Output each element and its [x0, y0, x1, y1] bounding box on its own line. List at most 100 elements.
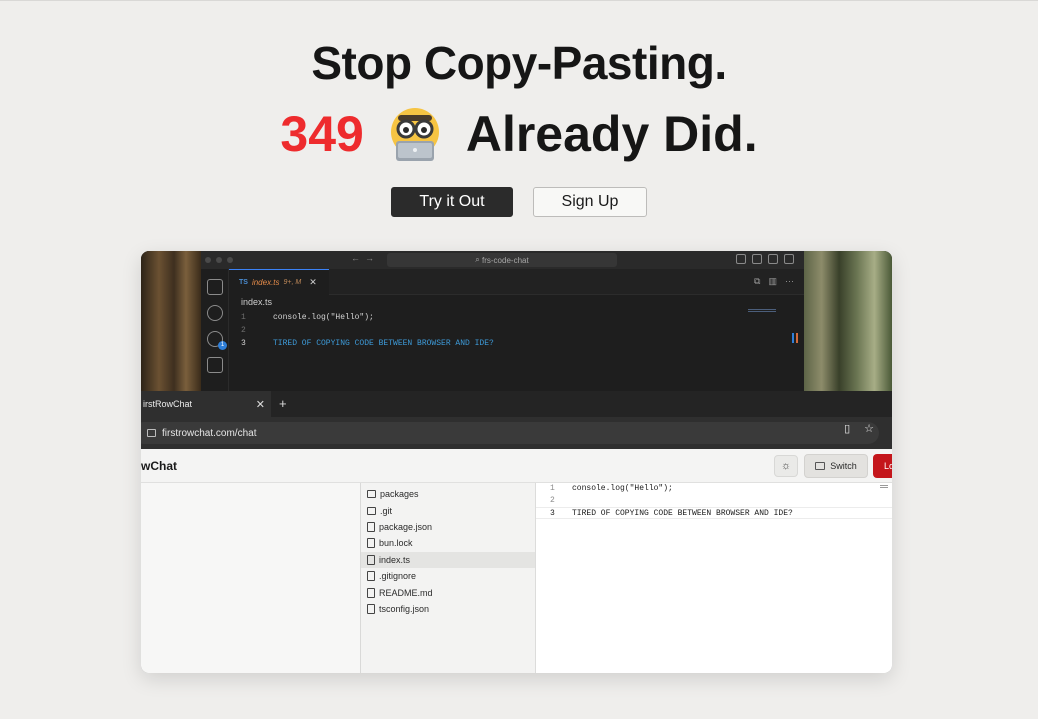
layout-icon: [736, 254, 746, 264]
breadcrumb-file: index.ts: [241, 297, 273, 307]
hero-headline: Stop Copy-Pasting.: [311, 37, 727, 89]
file-icon: [367, 538, 375, 549]
code-line: 1 console.log("Hello");: [550, 483, 793, 495]
vscode-code-area[interactable]: 1 console.log("Hello"); 2 3 TIRED OF COP…: [241, 311, 494, 350]
code-text: TIRED OF COPYING CODE BETWEEN BROWSER AN…: [572, 508, 793, 518]
more-icon[interactable]: ···: [785, 276, 794, 287]
desktop-wallpaper-right: [804, 251, 892, 391]
window-controls[interactable]: [205, 257, 233, 263]
user-count: 349: [280, 106, 364, 162]
vscode-titlebar: ← → ⌕ frs-code-chat: [201, 251, 804, 269]
browser-tab-strip: irstRowChat ✕ +: [141, 391, 892, 417]
list-item[interactable]: packages: [361, 486, 535, 502]
top-divider: [0, 0, 1038, 1]
app-brand: wChat: [141, 459, 177, 473]
folder-icon: [367, 506, 376, 515]
code-line: 1 console.log("Hello");: [241, 311, 494, 324]
chat-pane: [141, 483, 361, 673]
activity-bar: 1: [201, 269, 229, 391]
address-bar: firstrowchat.com/chat ▯ ☆: [141, 417, 892, 449]
file-icon: [367, 587, 375, 598]
file-icon: [367, 603, 375, 614]
code-text: console.log("Hello");: [273, 313, 374, 322]
run-debug-icon[interactable]: [207, 357, 223, 373]
close-icon[interactable]: ✕: [309, 277, 317, 288]
code-text: TIRED OF COPYING CODE BETWEEN BROWSER AN…: [273, 339, 494, 348]
minimap[interactable]: [748, 309, 788, 313]
line-number: 1: [241, 313, 246, 322]
editor-actions: ⧉ ▥ ···: [754, 276, 794, 287]
editor-code: 1 console.log("Hello"); 2 3 TIRED OF COP…: [550, 483, 793, 520]
code-line: 2: [241, 324, 494, 337]
list-item[interactable]: tsconfig.json: [361, 601, 535, 617]
switch-button[interactable]: Switch: [804, 454, 868, 478]
tab-modified-indicator: 9+, M: [283, 279, 302, 286]
web-code-editor[interactable]: 1 console.log("Hello"); 2 3 TIRED OF COP…: [536, 483, 892, 673]
list-item[interactable]: .git: [361, 502, 535, 518]
line-number: 3: [241, 339, 246, 348]
line-number: 2: [241, 326, 246, 335]
line-number: 2: [550, 496, 555, 506]
try-it-out-button[interactable]: Try it Out: [391, 187, 513, 217]
command-search[interactable]: ⌕ frs-code-chat: [387, 253, 617, 267]
split-icon: [784, 254, 794, 264]
list-item[interactable]: package.json: [361, 519, 535, 535]
tab-index-ts[interactable]: TS index.ts 9+, M ✕: [229, 269, 329, 295]
url-text: firstrowchat.com/chat: [162, 427, 257, 439]
site-settings-icon[interactable]: [147, 429, 156, 437]
document-icon[interactable]: ▯: [844, 422, 850, 435]
code-line: 3 TIRED OF COPYING CODE BETWEEN BROWSER …: [241, 337, 494, 350]
theme-toggle-button[interactable]: ☼: [774, 455, 798, 477]
app-header: wChat ☼ Switch Lo: [141, 449, 892, 483]
code-line: 2: [550, 495, 793, 507]
hero: Stop Copy-Pasting. 349 Already Did.: [0, 34, 1038, 166]
panel-toggle-icon: [768, 254, 778, 264]
browser-tab[interactable]: irstRowChat ✕: [141, 391, 271, 417]
logout-button[interactable]: Lo: [873, 454, 892, 478]
hero-subheadline: 349 Already Did.: [0, 102, 1038, 166]
folder-icon: [815, 462, 826, 470]
file-tree: packages .git package.json bun.lock inde…: [361, 483, 536, 673]
layout-controls[interactable]: [736, 254, 794, 264]
code-text: console.log("Hello");: [572, 484, 673, 493]
line-number: 1: [550, 484, 555, 493]
bookmark-star-icon[interactable]: ☆: [864, 422, 874, 435]
search-icon: ⌕: [475, 255, 482, 264]
list-item[interactable]: README.md: [361, 584, 535, 600]
editor-minimap[interactable]: [880, 485, 890, 489]
tab-label: index.ts: [251, 278, 280, 287]
sign-up-button[interactable]: Sign Up: [533, 187, 647, 217]
list-item[interactable]: index.ts: [361, 551, 535, 568]
source-control-icon[interactable]: 1: [207, 331, 227, 350]
url-field[interactable]: firstrowchat.com/chat: [141, 422, 879, 444]
nav-arrows-icon[interactable]: ← →: [351, 253, 374, 263]
vscode-window: ← → ⌕ frs-code-chat 1 TS index.ts 9+, M …: [201, 251, 804, 391]
hero-suffix: Already Did.: [465, 106, 758, 162]
switch-label: Switch: [830, 461, 857, 471]
nerd-face-laptop-icon: [386, 105, 444, 163]
address-actions: ▯ ☆: [844, 422, 874, 435]
close-icon[interactable]: ✕: [256, 398, 265, 411]
sidebar-toggle-icon: [752, 254, 762, 264]
list-item[interactable]: .gitignore: [361, 568, 535, 584]
scm-badge: 1: [218, 341, 227, 350]
overview-ruler: [792, 333, 798, 343]
new-tab-icon[interactable]: +: [279, 396, 287, 411]
explorer-icon[interactable]: [207, 279, 223, 295]
cta-group: Try it Out Sign Up: [0, 187, 1038, 217]
chat-app: wChat ☼ Switch Lo packages .git package.…: [141, 449, 892, 673]
search-icon[interactable]: [207, 305, 223, 321]
sun-icon: ☼: [780, 460, 792, 472]
list-item[interactable]: bun.lock: [361, 535, 535, 551]
editor-tabs: TS index.ts 9+, M ✕ ⧉ ▥ ···: [229, 269, 804, 295]
product-screenshot: ← → ⌕ frs-code-chat 1 TS index.ts 9+, M …: [141, 251, 892, 673]
code-line: 3 TIRED OF COPYING CODE BETWEEN BROWSER …: [550, 508, 793, 520]
split-editor-icon[interactable]: ▥: [768, 276, 777, 287]
file-icon: [367, 554, 375, 565]
browser-tab-title: irstRowChat: [143, 399, 193, 409]
desktop-wallpaper-left: [141, 251, 201, 391]
folder-icon: [367, 490, 376, 499]
compare-icon[interactable]: ⧉: [754, 276, 760, 287]
breadcrumb[interactable]: index.ts: [241, 297, 272, 307]
